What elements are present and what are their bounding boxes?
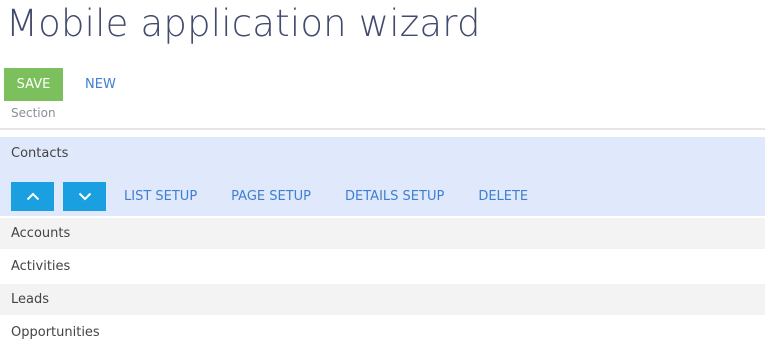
save-button[interactable]: SAVE: [4, 68, 63, 101]
list-setup-button[interactable]: LIST SETUP: [124, 189, 197, 204]
table-row[interactable]: Activities: [0, 251, 765, 283]
table-row[interactable]: Accounts: [0, 218, 765, 249]
section-name: Activities: [11, 259, 71, 274]
move-up-button[interactable]: [11, 182, 54, 211]
page-title: Mobile application wizard: [6, 2, 481, 45]
section-name: Leads: [11, 292, 50, 307]
row-actions: LIST SETUP PAGE SETUP DETAILS SETUP DELE…: [11, 182, 538, 211]
section-name: Contacts: [11, 146, 69, 161]
chevron-down-icon: [78, 192, 91, 201]
toolbar: SAVE NEW: [4, 68, 124, 101]
page-setup-button[interactable]: PAGE SETUP: [231, 189, 311, 204]
delete-button[interactable]: DELETE: [478, 189, 528, 204]
mobile-application-wizard-page: Mobile application wizard SAVE NEW Secti…: [0, 0, 765, 342]
table-row[interactable]: Opportunities: [0, 317, 765, 342]
new-button[interactable]: NEW: [77, 68, 124, 101]
move-down-button[interactable]: [63, 182, 106, 211]
section-column-header: Section: [11, 106, 56, 120]
chevron-up-icon: [26, 192, 39, 201]
table-row[interactable]: Leads: [0, 284, 765, 315]
section-name: Accounts: [11, 226, 71, 241]
details-setup-button[interactable]: DETAILS SETUP: [345, 189, 444, 204]
header-divider: [0, 128, 765, 130]
section-name: Opportunities: [11, 325, 100, 340]
